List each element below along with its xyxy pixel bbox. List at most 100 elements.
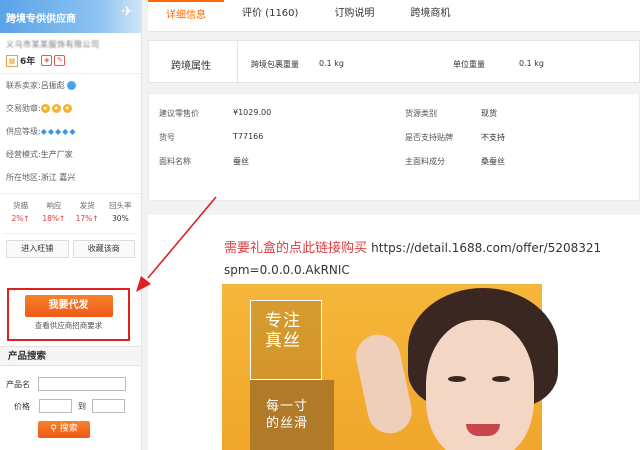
search-price-label: 价格: [14, 401, 30, 411]
attr-value: T77166: [233, 132, 264, 141]
years-value: 6年: [20, 57, 36, 67]
favorite-supplier-button[interactable]: 收藏该商: [72, 240, 135, 258]
mode-value: 生产厂家: [40, 150, 73, 159]
tab-cross-border[interactable]: 跨境商机: [392, 0, 468, 31]
attr-value: 不支持: [481, 133, 505, 142]
diamond-icon: ◆: [55, 127, 62, 136]
medal-icon[interactable]: ★: [62, 104, 72, 113]
stat-label: 响应: [46, 201, 62, 210]
service-stats: 货描 2%↑ 响应 18%↑ 发货 17%↑ 回头率 30%: [0, 193, 141, 223]
tab-reviews[interactable]: 评价 (1160): [224, 0, 316, 31]
main-content: 详细信息 评价 (1160) 订购说明 跨境商机 跨境属性 跨境包裹重量 0.1…: [148, 0, 640, 450]
area-label: 所在地区:: [6, 173, 41, 182]
enter-shop-button[interactable]: 进入旺铺: [6, 240, 69, 258]
stat-value: 17%↑: [75, 214, 99, 223]
diamond-icon: ◆: [69, 127, 76, 136]
dropship-box: 我要代发 查看供应商招商要求: [7, 288, 130, 341]
stat-label: 发货: [79, 201, 95, 210]
model-hand: [352, 330, 416, 438]
stat-label: 货描: [13, 201, 29, 210]
gift-box-url[interactable]: https://detail.1688.com/offer/5208321: [371, 241, 601, 255]
promo-title-box: 专注真丝: [250, 300, 322, 380]
shield-icon[interactable]: ◈: [41, 55, 53, 66]
cross-attr-title: 跨境属性: [171, 61, 211, 72]
attr-label: 货源类别: [405, 109, 437, 118]
stat-shipping: 发货 17%↑: [71, 200, 104, 223]
calendar-icon: ▦: [6, 54, 18, 67]
dropship-button[interactable]: 我要代发: [24, 295, 113, 317]
medal-icon[interactable]: ★: [51, 104, 61, 113]
search-button-label: 搜索: [59, 424, 78, 434]
diamond-icon: ◆: [62, 127, 69, 136]
medals-label: 交易勋章:: [6, 104, 41, 113]
product-search-title: 产品搜索: [0, 346, 141, 366]
promo-sub-box: 每一寸的丝滑: [250, 380, 334, 450]
attr-label: 面料名称: [159, 157, 191, 166]
search-icon: ⚲: [50, 424, 57, 434]
gift-box-link-text: 需要礼盒的点此链接购买: [224, 241, 368, 256]
stat-value: 18%↑: [42, 214, 66, 223]
search-button[interactable]: ⚲ 搜索: [38, 421, 90, 438]
diamond-icon: ◆: [40, 127, 47, 136]
tab-details[interactable]: 详细信息: [148, 0, 224, 31]
attr-label: 主面料成分: [405, 157, 445, 166]
weight-label: 跨境包裹重量: [251, 60, 299, 69]
promo-image: 专注真丝 每一寸的丝滑 纟: [222, 284, 640, 450]
medal-icon[interactable]: ★: [40, 104, 50, 113]
attr-value: 桑蚕丝: [481, 157, 505, 166]
gift-box-url-cont[interactable]: spm=0.0.0.0.AkRNIC: [224, 263, 350, 277]
medals-row: 交易勋章: ★ ★ ★: [0, 97, 141, 120]
search-price-row: 价格 到: [14, 399, 125, 413]
search-to-label: 到: [78, 401, 86, 411]
certificate-icon[interactable]: ✎: [54, 55, 66, 66]
search-name-label: 产品名: [6, 379, 30, 389]
weight-value: 0.1 kg: [319, 59, 344, 68]
wangwang-chat-icon[interactable]: [66, 81, 76, 90]
attr-value: 蚕丝: [233, 157, 249, 166]
area-row: 所在地区: 浙江 嘉兴: [0, 166, 141, 189]
level-row: 供应等级: ◆ ◆ ◆ ◆ ◆: [0, 120, 141, 143]
stat-label: 回头率: [109, 201, 132, 210]
search-name-row: 产品名: [6, 377, 126, 391]
view-requirements-link[interactable]: 查看供应商招商要求: [9, 320, 128, 331]
price-max-input[interactable]: [92, 399, 125, 413]
cross-border-attributes: 跨境属性 跨境包裹重量 0.1 kg 单位重量 0.1 kg: [148, 40, 640, 83]
search-name-input[interactable]: [38, 377, 126, 391]
attr-label: 货号: [159, 133, 175, 142]
attr-label: 建议零售价: [159, 109, 199, 118]
gift-box-link[interactable]: 需要礼盒的点此链接购买 https://detail.1688.com/offe…: [224, 237, 601, 256]
contact-name[interactable]: 吕振彪: [41, 74, 65, 97]
tab-order-notes[interactable]: 订购说明: [316, 0, 392, 31]
banner-title: 跨境专供供应商: [6, 14, 76, 25]
stat-description: 货描 2%↑: [4, 200, 37, 223]
detail-tabs: 详细信息 评价 (1160) 订购说明 跨境商机: [148, 0, 640, 32]
contact-row: 联系卖家: 吕振彪: [0, 74, 141, 97]
promo-edge-text: 纟: [622, 398, 640, 419]
shop-buttons: 进入旺铺 收藏该商: [4, 233, 137, 258]
attr-value: ¥1029.00: [233, 108, 272, 117]
contact-label: 联系卖家:: [6, 81, 41, 90]
level-label: 供应等级:: [6, 127, 41, 136]
model-eye: [492, 376, 510, 382]
attr-label: 是否支持贴牌: [405, 133, 453, 142]
promo-subtitle: 每一寸的丝滑: [266, 399, 309, 431]
unit-weight-label: 单位重量: [453, 60, 485, 69]
plane-icon: ✈: [121, 4, 133, 20]
product-attributes: 建议零售价 ¥1029.00 货源类别 现货 货号 T77166 是否支持贴牌 …: [148, 93, 640, 201]
mode-row: 经营模式: 生产厂家: [0, 143, 141, 166]
diamond-icon: ◆: [47, 127, 55, 136]
company-name[interactable]: 义乌市某某服饰有限公司: [0, 33, 141, 52]
years-row: ▦ 6年 ◈ ✎: [0, 52, 141, 74]
price-min-input[interactable]: [39, 399, 72, 413]
model-eye: [448, 376, 466, 382]
area-value: 浙江 嘉兴: [40, 173, 76, 182]
supplier-banner: 跨境专供供应商 ✈: [0, 0, 141, 33]
stat-response: 响应 18%↑: [37, 200, 70, 223]
unit-weight-value: 0.1 kg: [519, 59, 544, 68]
promo-title: 专注真丝: [265, 311, 301, 351]
mode-label: 经营模式:: [6, 150, 41, 159]
stat-value: 2%↑: [11, 214, 30, 223]
product-description: 需要礼盒的点此链接购买 https://detail.1688.com/offe…: [148, 215, 640, 450]
divider: [237, 41, 238, 82]
stat-value: 30%: [112, 214, 129, 223]
